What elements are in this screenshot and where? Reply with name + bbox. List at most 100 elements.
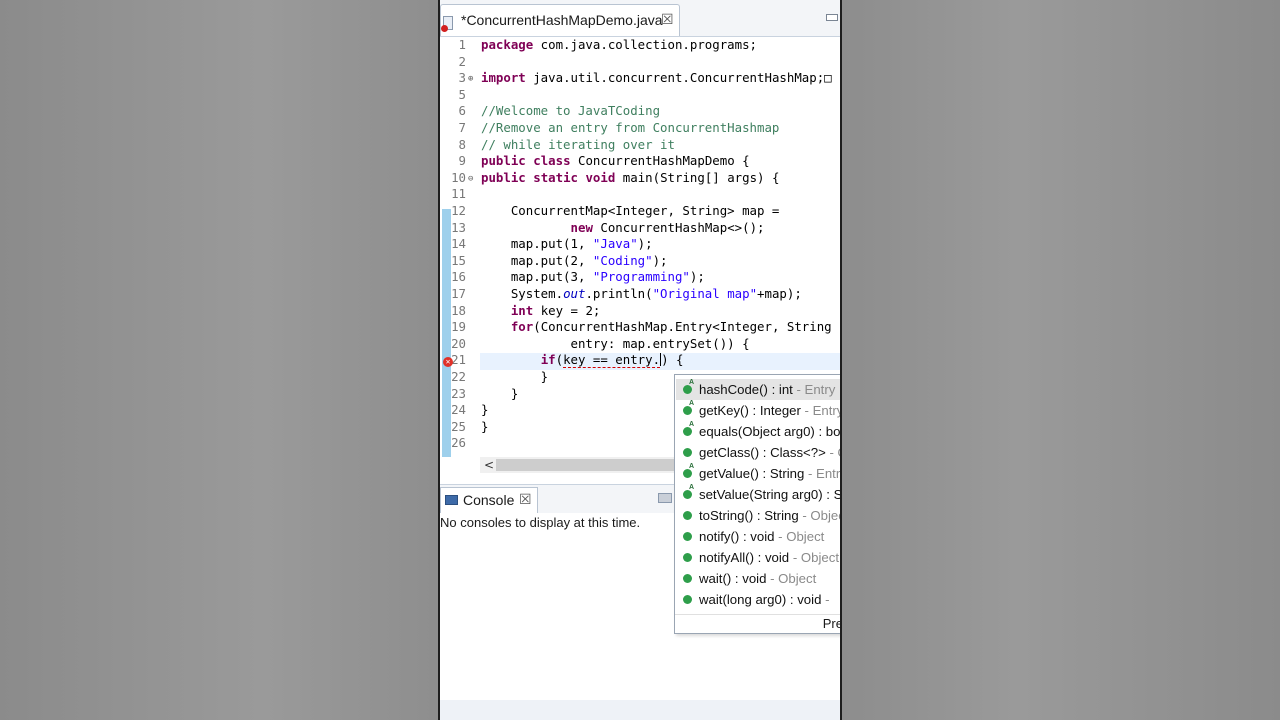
fold-icon[interactable]: ⊖ <box>468 171 473 188</box>
code-token: "Coding" <box>592 252 653 268</box>
code-token: +map); <box>757 286 802 301</box>
console-tab[interactable]: Console ☒ <box>440 487 538 513</box>
content-assist-popup: AhashCode() : int - Entry AgetKey() : Int… <box>674 374 842 634</box>
content-assist-item[interactable]: AgetValue() : String - Entry <box>676 463 840 484</box>
method-signature: setValue(String arg0) : St <box>699 484 842 505</box>
code-text: new ConcurrentHashMap<>(); <box>481 220 765 237</box>
code-line[interactable]: 2 <box>440 54 840 71</box>
content-assist-item[interactable]: wait() : void - Object <box>676 568 840 589</box>
console-message: No consoles to display at this time. <box>440 515 641 530</box>
method-signature-text: equals(Object arg0) : boo <box>699 424 842 439</box>
expand-icon[interactable]: ⊕ <box>468 71 473 88</box>
console-tab-title: Console <box>463 492 515 508</box>
code-token: .println( <box>585 286 653 301</box>
code-line[interactable]: 17 System.out.println("Original map"+map… <box>440 286 840 303</box>
code-token: map.put(2, <box>481 252 593 268</box>
code-token: static <box>533 169 578 185</box>
code-text: // while iterating over it <box>481 137 675 154</box>
code-text: } <box>481 386 518 403</box>
code-line[interactable]: 20 entry: map.entrySet()) { <box>440 336 840 353</box>
method-signature-text: notifyAll() : void <box>699 550 790 565</box>
content-assist-item[interactable]: wait(long arg0) : void - <box>676 589 840 610</box>
code-text: //Welcome to JavaTCoding <box>481 103 660 120</box>
code-text: //Remove an entry from ConcurrentHashmap <box>481 120 779 137</box>
code-token: ConcurrentHashMapDemo { <box>570 153 750 169</box>
code-token: ); <box>652 252 668 268</box>
content-assist-item[interactable]: toString() : String - Object <box>676 505 840 526</box>
code-line[interactable]: 1 package com.java.collection.programs; <box>440 37 840 54</box>
code-token: (ConcurrentHashMap.Entry<Integer, String <box>533 319 832 335</box>
abstract-marker-icon: A <box>689 421 695 428</box>
code-text: package com.java.collection.programs; <box>481 37 757 54</box>
content-assist-footer: Pre <box>675 614 840 633</box>
content-assist-footer-text[interactable]: Pre <box>823 616 840 631</box>
editor-tab[interactable]: *ConcurrentHashMapDemo.java ☒ <box>440 4 680 36</box>
code-line[interactable]: 3 import java.util.concurrent.ConcurrentH… <box>440 70 840 87</box>
code-line[interactable]: 9 public class ConcurrentHashMapDemo { <box>440 153 840 170</box>
code-token: package <box>481 37 534 52</box>
method-signature-text: getClass() : Class<?> <box>699 445 826 460</box>
video-background-left <box>0 0 438 720</box>
code-text: ConcurrentMap<Integer, String> map = <box>481 203 780 220</box>
code-text: entry: map.entrySet()) { <box>481 336 750 353</box>
code-token: "Java" <box>592 236 638 252</box>
code-line[interactable]: 5 <box>440 87 840 104</box>
public-method-icon <box>683 448 692 457</box>
code-line[interactable]: 19 for(ConcurrentHashMap.Entry<Integer, … <box>440 319 840 336</box>
code-line[interactable]: 21 if(key == entry.) { <box>440 352 840 369</box>
code-line[interactable]: 12 ConcurrentMap<Integer, String> map = <box>440 203 840 220</box>
code-text: map.put(2, "Coding"); <box>481 253 668 270</box>
content-assist-item[interactable]: AhashCode() : int - Entry <box>676 379 840 400</box>
code-line[interactable]: 11 <box>440 186 840 203</box>
content-assist-item[interactable]: getClass() : Class<?> - O <box>676 442 840 463</box>
java-file-error-icon <box>441 16 453 32</box>
code-token: class <box>533 153 571 169</box>
code-token: java.util.concurrent.ConcurrentHashMap; <box>525 70 825 86</box>
code-line[interactable]: 7 //Remove an entry from ConcurrentHashma… <box>440 120 840 137</box>
content-assist-item[interactable]: AgetKey() : Integer - Entry <box>676 400 842 421</box>
method-signature-text: wait() : void <box>699 571 767 586</box>
public-method-icon: A <box>683 379 694 394</box>
content-assist-item[interactable]: notify() : void - Object <box>676 526 840 547</box>
method-owner: - Entry <box>800 403 842 418</box>
code-token: new <box>570 219 593 235</box>
code-line[interactable]: 13 new ConcurrentHashMap<>(); <box>440 220 840 237</box>
content-assist-item[interactable]: Aequals(Object arg0) : boo <box>676 421 842 442</box>
console-toolbar-icon[interactable] <box>658 493 672 503</box>
code-token: ConcurrentHashMap<>(); <box>592 219 765 235</box>
method-signature-text: toString() : String <box>699 508 799 523</box>
line-number: 10 <box>451 169 466 185</box>
code-line[interactable]: 8 // while iterating over it <box>440 137 840 154</box>
code-text: for(ConcurrentHashMap.Entry<Integer, Str… <box>481 319 832 336</box>
line-number: 9 <box>458 153 466 169</box>
code-text: System.out.println("Original map"+map); <box>481 286 802 303</box>
eclipse-ide-window: *ConcurrentHashMapDemo.java ☒ 1 package c… <box>438 0 842 720</box>
code-token: main(String[] args) { <box>615 169 780 185</box>
close-icon[interactable]: ☒ <box>519 492 532 508</box>
method-signature-text: setValue(String arg0) : St <box>699 487 842 502</box>
code-line[interactable]: 15 map.put(2, "Coding"); <box>440 253 840 270</box>
minimize-icon[interactable] <box>826 14 838 21</box>
code-line[interactable]: 16 map.put(3, "Programming"); <box>440 269 840 286</box>
code-text: } <box>481 419 488 436</box>
close-icon[interactable]: ☒ <box>661 12 674 28</box>
code-token: ) { <box>661 352 684 368</box>
code-line[interactable]: 18 int key = 2; <box>440 303 840 320</box>
code-line[interactable]: 10 public static void main(String[] args)… <box>440 170 840 187</box>
code-token: for <box>510 319 534 335</box>
code-token: ( <box>555 352 564 368</box>
code-line[interactable]: 14 map.put(1, "Java"); <box>440 236 840 253</box>
content-assist-item[interactable]: notifyAll() : void - Object <box>676 547 840 568</box>
scroll-left-arrow-icon[interactable]: < <box>484 457 494 473</box>
scrollbar-thumb[interactable] <box>496 459 676 471</box>
method-signature: notify() : void - Object <box>699 526 824 547</box>
code-line[interactable]: 6 //Welcome to JavaTCoding <box>440 103 840 120</box>
error-icon[interactable]: ✕ <box>443 357 453 367</box>
method-owner: - <box>821 592 830 607</box>
content-assist-item[interactable]: AsetValue(String arg0) : St <box>676 484 842 505</box>
line-number: 7 <box>458 120 466 135</box>
code-token: map.put(1, <box>481 236 593 252</box>
method-signature: getValue() : String - Entry <box>699 463 840 484</box>
line-number: 18 <box>451 302 466 318</box>
method-signature: getClass() : Class<?> - O <box>699 442 840 463</box>
